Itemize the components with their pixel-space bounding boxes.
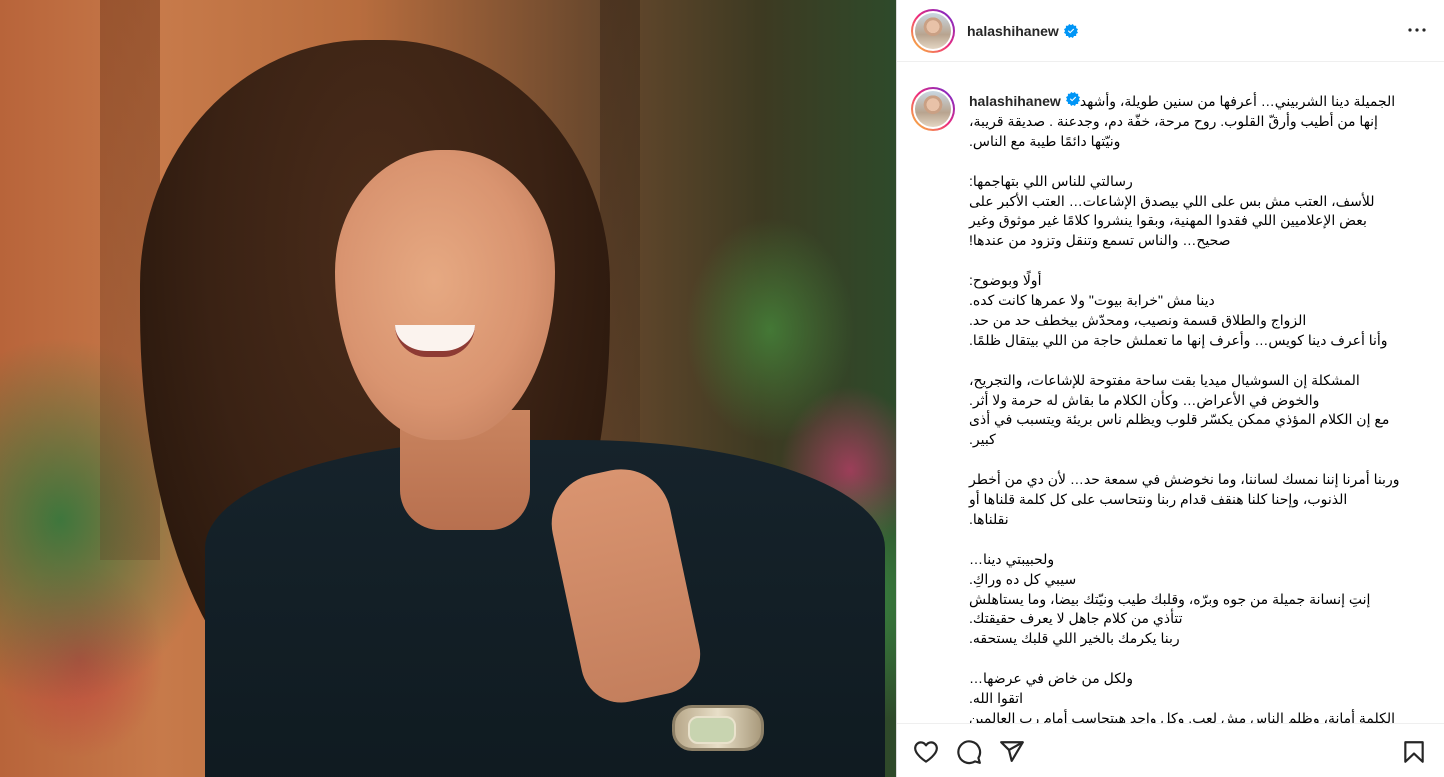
caption-avatar[interactable] [911, 87, 955, 131]
caption-line: والخوض في الأعراض… وكأن الكلام ما بقاش ل… [969, 391, 1320, 408]
comment-button[interactable] [956, 739, 982, 765]
caption-line: إنتِ إنسانة جميلة من جوه وبرّه، وقلبك طي… [969, 590, 1371, 607]
caption-line: وأنا أعرف دينا كويس… وأعرف إنها ما تعملش… [969, 331, 1388, 348]
caption-line: ربنا يكرمك بالخير اللي قلبك يستحقه. [969, 630, 1180, 647]
caption-line: الكلمة أمانة، وظلم الناس مش لعب. وكل واح… [969, 710, 1396, 723]
save-button[interactable] [1401, 739, 1427, 765]
caption-line: إنها من أطيب وأرقّ القلوب. روح مرحة، خفّ… [969, 112, 1378, 129]
post-photo[interactable] [0, 0, 896, 777]
caption-line-text: الجميلة دينا الشربيني… أعرفها من سنين طو… [1079, 93, 1400, 109]
caption-line: اتقوا الله. [969, 690, 1024, 707]
post-side-panel: halashihanew halashihanew الجميلة دينا ا… [896, 0, 1444, 777]
avatar-image [915, 91, 951, 127]
more-options-button[interactable] [1403, 18, 1431, 42]
caption-line: halashihanew الجميلة دينا الشربيني… أعرف… [969, 92, 1441, 112]
caption-line: للأسف، العتب مش بس على اللي بيصدق الإشاع… [969, 192, 1375, 209]
caption-line: كبير. [969, 431, 996, 448]
caption-line: المشكلة إن السوشيال ميديا بقت ساحة مفتوح… [969, 371, 1360, 388]
caption-username[interactable]: halashihanew [969, 93, 1061, 109]
caption-line: ولحبيبتي دينا… [969, 550, 1055, 567]
caption-line: الذنوب، وإحنا كلنا هنقف قدام ربنا ونتحاس… [969, 491, 1348, 508]
caption-line: ولكل من خاض في عرضها… [969, 670, 1133, 687]
caption-line: نقلناها. [969, 510, 1009, 527]
action-bar [897, 723, 1444, 777]
caption-line: رسالتي للناس اللي بتهاجمها: [969, 172, 1133, 189]
header-avatar[interactable] [911, 8, 955, 53]
caption-text: halashihanew الجميلة دينا الشربيني… أعرف… [969, 92, 1441, 723]
caption-line: سيبي كل ده وراكِ. [969, 570, 1077, 587]
caption-line: دينا مش "خرابة بيوت" ولا عمرها كانت كده. [969, 292, 1215, 309]
caption-line: بعض الإعلاميين اللي فقدوا المهنية، وبقوا… [969, 212, 1367, 229]
more-options-icon [1408, 28, 1426, 32]
share-icon [1000, 741, 1024, 762]
photo-watch-face [688, 716, 736, 744]
username-text[interactable]: halashihanew [967, 23, 1059, 39]
verified-badge-icon [1063, 23, 1078, 38]
heart-icon [914, 741, 938, 763]
verified-badge-icon [1065, 92, 1080, 106]
comments-area[interactable]: halashihanew الجميلة دينا الشربيني… أعرف… [897, 63, 1444, 723]
comment-icon [957, 740, 982, 765]
caption-line: مع إن الكلام المؤذي ممكن يكسّر قلوب ويظل… [969, 411, 1390, 428]
photo-shirt [205, 440, 885, 777]
instagram-post: halashihanew halashihanew الجميلة دينا ا… [0, 0, 1444, 777]
bookmark-icon [1404, 741, 1424, 763]
caption-line: تتأذي من كلام جاهل لا يعرف حقيقتك. [969, 610, 1183, 627]
caption-line: صحيح… والناس تسمع وتنقل وتزود من عندها! [969, 232, 1231, 249]
post-header: halashihanew [897, 0, 1444, 62]
caption-line: الزواج والطلاق قسمة ونصيب، ومحدّش بيخطف … [969, 311, 1307, 328]
like-button[interactable] [913, 739, 939, 765]
caption-line: ونيّتها دائمًا طيبة مع الناس. [969, 132, 1121, 149]
avatar-image [915, 12, 951, 49]
header-username[interactable]: halashihanew [967, 23, 1078, 39]
caption-line: أولًا وبوضوح: [969, 272, 1042, 289]
share-button[interactable] [999, 739, 1025, 765]
caption-line: وربنا أمرنا إننا نمسك لساننا، وما نخوضش … [969, 471, 1400, 488]
